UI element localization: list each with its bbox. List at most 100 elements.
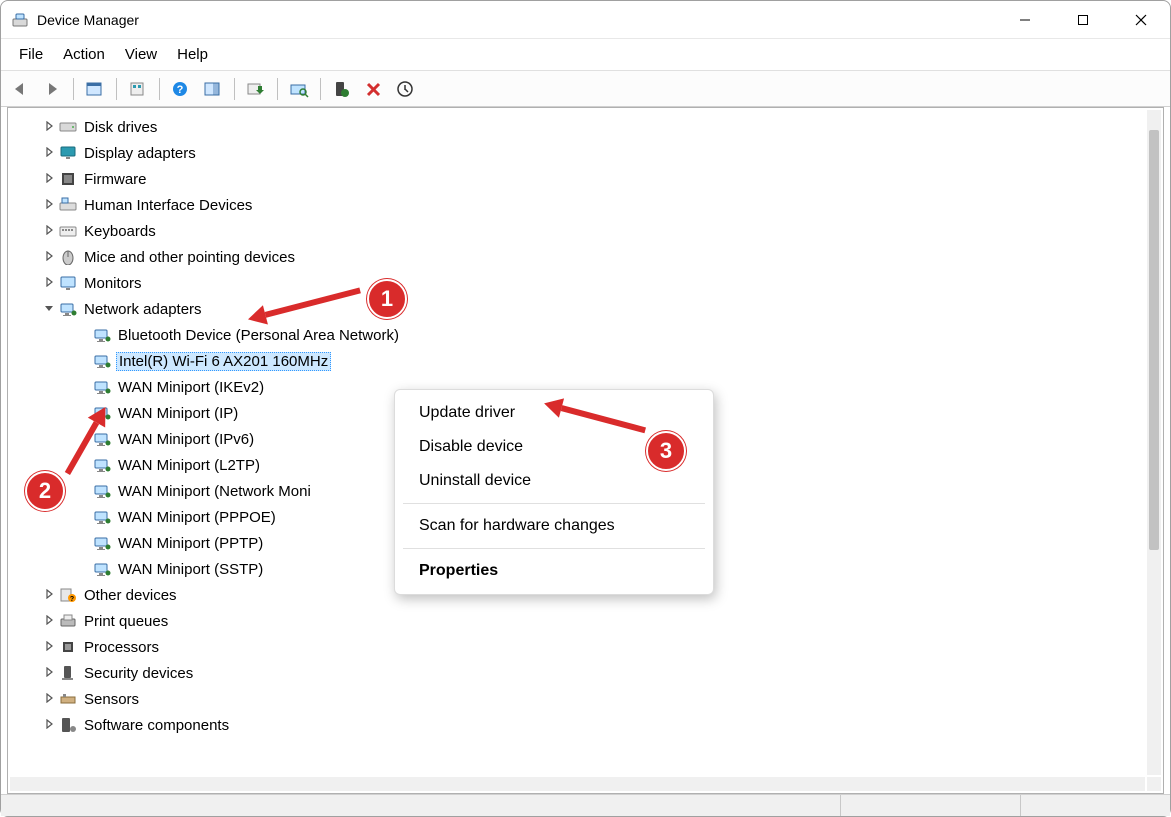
chevron-right-icon[interactable] [40,146,58,160]
categories-icon[interactable] [123,75,153,103]
update-driver-icon[interactable] [241,75,271,103]
device-category[interactable]: Mice and other pointing devices [10,244,1143,270]
app-title: Device Manager [37,12,139,28]
printer-icon [58,612,78,630]
chevron-right-icon[interactable] [40,614,58,628]
nav-forward-icon[interactable] [37,75,67,103]
network-icon [92,482,112,500]
firmware-icon [58,170,78,188]
network-icon [58,300,78,318]
tree-label: Disk drives [82,119,159,136]
menu-action[interactable]: Action [53,42,115,67]
tree-label: WAN Miniport (Network Moni [116,483,313,500]
chevron-right-icon[interactable] [40,120,58,134]
network-icon [92,560,112,578]
device-category[interactable]: Disk drives [10,114,1143,140]
tree-label: Display adapters [82,145,198,162]
toolbar-separator [73,78,74,100]
chevron-right-icon[interactable] [40,588,58,602]
help-icon[interactable]: ? [166,75,196,103]
device-category[interactable]: Display adapters [10,140,1143,166]
mouse-icon [58,248,78,266]
chevron-right-icon[interactable] [40,718,58,732]
chevron-right-icon[interactable] [40,250,58,264]
chevron-right-icon[interactable] [40,198,58,212]
close-button[interactable] [1112,1,1170,38]
toolbar: ? [1,71,1170,107]
network-icon [92,352,112,370]
context-menu[interactable]: Update driverDisable deviceUninstall dev… [394,389,714,595]
tree-label: Print queues [82,613,170,630]
chevron-right-icon[interactable] [40,224,58,238]
tree-label: WAN Miniport (PPTP) [116,535,265,552]
menu-file[interactable]: File [9,42,53,67]
device-category[interactable]: Human Interface Devices [10,192,1143,218]
tree-label: WAN Miniport (IPv6) [116,431,256,448]
menu-help[interactable]: Help [167,42,218,67]
device-category[interactable]: Keyboards [10,218,1143,244]
context-item-disable-device[interactable]: Disable device [395,430,713,464]
app-icon [11,11,29,29]
vertical-scrollbar[interactable] [1147,110,1161,775]
chevron-right-icon[interactable] [40,172,58,186]
toolbar-separator [116,78,117,100]
disk-icon [58,118,78,136]
maximize-button[interactable] [1054,1,1112,38]
scroll-thumb[interactable] [1149,130,1159,550]
context-item-scan-for-hardware-changes[interactable]: Scan for hardware changes [395,509,713,543]
properties-pane-icon[interactable] [198,75,228,103]
device-category[interactable]: Sensors [10,686,1143,712]
svg-text:?: ? [70,596,74,603]
svg-text:?: ? [177,84,184,96]
statusbar [1,794,1170,816]
minimize-button[interactable] [996,1,1054,38]
context-separator [403,548,705,549]
tree-label: Bluetooth Device (Personal Area Network) [116,327,401,344]
chevron-right-icon[interactable] [40,666,58,680]
network-icon [92,508,112,526]
display-icon [58,144,78,162]
scan-hardware-icon[interactable] [284,75,314,103]
context-item-properties[interactable]: Properties [395,554,713,588]
sensors-icon [58,690,78,708]
device-category[interactable]: Software components [10,712,1143,738]
chevron-right-icon[interactable] [40,640,58,654]
scroll-corner [1147,777,1161,791]
device-category[interactable]: Print queues [10,608,1143,634]
uninstall-icon[interactable] [391,75,421,103]
enable-icon[interactable] [327,75,357,103]
chevron-right-icon[interactable] [40,276,58,290]
tree-label: Intel(R) Wi-Fi 6 AX201 160MHz [116,352,331,371]
device-category[interactable]: Monitors [10,270,1143,296]
tree-label: Processors [82,639,161,656]
context-item-uninstall-device[interactable]: Uninstall device [395,464,713,498]
toolbar-separator [277,78,278,100]
network-icon [92,378,112,396]
toolbar-separator [320,78,321,100]
menubar: FileActionViewHelp [1,39,1170,71]
disable-icon[interactable] [359,75,389,103]
context-separator [403,503,705,504]
horizontal-scrollbar[interactable] [10,777,1145,791]
show-hidden-icon[interactable] [80,75,110,103]
toolbar-separator [234,78,235,100]
context-item-update-driver[interactable]: Update driver [395,396,713,430]
keyboard-icon [58,222,78,240]
hid-icon [58,196,78,214]
chevron-down-icon[interactable] [40,302,58,316]
tree-label: Keyboards [82,223,158,240]
device-category[interactable]: Security devices [10,660,1143,686]
nav-back-icon[interactable] [5,75,35,103]
network-icon [92,404,112,422]
device-category[interactable]: Processors [10,634,1143,660]
tree-label: WAN Miniport (SSTP) [116,561,265,578]
menu-view[interactable]: View [115,42,167,67]
device-item[interactable]: Intel(R) Wi-Fi 6 AX201 160MHz [10,348,1143,374]
device-item[interactable]: Bluetooth Device (Personal Area Network) [10,322,1143,348]
device-category[interactable]: Network adapters [10,296,1143,322]
tree-label: WAN Miniport (PPPOE) [116,509,278,526]
chevron-right-icon[interactable] [40,692,58,706]
toolbar-separator [159,78,160,100]
network-icon [92,456,112,474]
device-category[interactable]: Firmware [10,166,1143,192]
